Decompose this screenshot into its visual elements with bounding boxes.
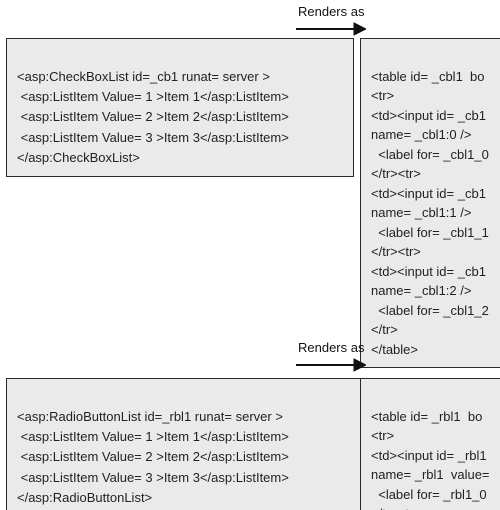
code-line: name= _cbl1:2 /> [371,283,471,298]
code-line: name= _cbl1:1 /> [371,205,471,220]
code-line: <asp:ListItem Value= 1 >Item 1</asp:List… [17,429,289,444]
code-line: <asp:ListItem Value= 2 >Item 2</asp:List… [17,449,289,464]
code-line: <asp:ListItem Value= 3 >Item 3</asp:List… [17,470,289,485]
radiobuttonlist-rendered-output: <table id= _rbl1 bo <tr> <td><input id= … [360,378,500,510]
diagram-canvas: Renders as <asp:CheckBoxList id=_cb1 run… [0,0,500,510]
code-line: <label for= _rbl1_0 [371,487,487,502]
code-line: <label for= _cbl1_0 [371,147,489,162]
code-line: </tr> [371,322,398,337]
renders-as-label-top: Renders as [298,4,364,19]
checkboxlist-source-code: <asp:CheckBoxList id=_cb1 runat= server … [6,38,354,177]
code-line: name= _rbl1 value= [371,467,490,482]
code-line: name= _cbl1:0 /> [371,127,471,142]
arrow-right-icon [296,358,366,372]
code-line: <table id= _cbl1 bo [371,69,484,84]
radiobuttonlist-source-code: <asp:RadioButtonList id=_rbl1 runat= ser… [6,378,364,510]
code-line: <label for= _cbl1_2 [371,303,489,318]
code-line: <td><input id= _cb1 [371,264,486,279]
code-line: <asp:ListItem Value= 2 >Item 2</asp:List… [17,109,289,124]
code-line: <table id= _rbl1 bo [371,409,482,424]
code-line: </table> [371,342,418,357]
checkboxlist-rendered-output: <table id= _cbl1 bo <tr> <td><input id= … [360,38,500,368]
code-line: <asp:CheckBoxList id=_cb1 runat= server … [17,69,270,84]
code-line: </asp:CheckBoxList> [17,150,140,165]
code-line: <tr> [371,88,394,103]
code-line: <td><input id= _cb1 [371,186,486,201]
code-line: <asp:RadioButtonList id=_rbl1 runat= ser… [17,409,283,424]
code-line: <td><input id= _cb1 [371,108,486,123]
code-line: <td><input id= _rbl1 [371,448,487,463]
arrow-right-icon [296,22,366,36]
code-line: <label for= _cbl1_1 [371,225,489,240]
code-line: </tr><tr> [371,506,421,510]
code-line: </tr><tr> [371,166,421,181]
code-line: <tr> [371,428,394,443]
code-line: <asp:ListItem Value= 3 >Item 3</asp:List… [17,130,289,145]
renders-as-label-bottom: Renders as [298,340,364,355]
code-line: </asp:RadioButtonList> [17,490,152,505]
code-line: <asp:ListItem Value= 1 >Item 1</asp:List… [17,89,289,104]
code-line: </tr><tr> [371,244,421,259]
